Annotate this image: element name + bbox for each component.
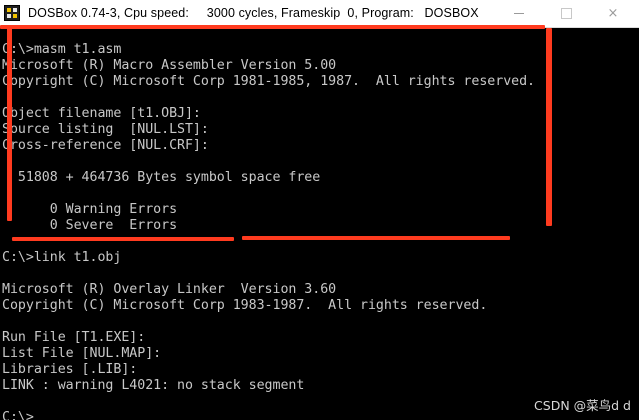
console-line: 0 Severe Errors bbox=[2, 218, 178, 233]
dos-console[interactable]: C:\>masm t1.asm Microsoft (R) Macro Assem… bbox=[0, 28, 639, 420]
maximize-icon bbox=[560, 8, 572, 19]
close-icon: × bbox=[607, 6, 619, 21]
console-output: C:\>masm t1.asm Microsoft (R) Macro Assem… bbox=[2, 42, 535, 420]
console-line: Copyright (C) Microsoft Corp 1983-1987. … bbox=[2, 298, 488, 313]
console-line: C:\>masm t1.asm bbox=[2, 42, 122, 57]
console-line: Libraries [.LIB]: bbox=[2, 362, 138, 377]
console-line: 0 Warning Errors bbox=[2, 202, 178, 217]
console-line: C:\>link t1.obj bbox=[2, 250, 122, 265]
annotation-top-line bbox=[0, 25, 545, 29]
console-line: Source listing [NUL.LST]: bbox=[2, 122, 209, 137]
title-bar: DOSBox 0.74-3, Cpu speed: 3000 cycles, F… bbox=[0, 0, 639, 28]
annotation-bottom-line-left bbox=[12, 237, 234, 241]
console-line: Microsoft (R) Overlay Linker Version 3.6… bbox=[2, 282, 337, 297]
minimize-icon bbox=[514, 13, 524, 14]
console-line: Copyright (C) Microsoft Corp 1981-1985, … bbox=[2, 74, 536, 89]
annotation-bottom-line-right bbox=[242, 236, 510, 240]
console-line: 51808 + 464736 Bytes symbol space free bbox=[2, 170, 321, 185]
dosbox-app-icon[interactable] bbox=[4, 5, 20, 21]
console-line: Run File [T1.EXE]: bbox=[2, 330, 146, 345]
console-line: LINK : warning L4021: no stack segment bbox=[2, 378, 305, 393]
console-line: Cross-reference [NUL.CRF]: bbox=[2, 138, 209, 153]
annotation-left-line bbox=[7, 28, 12, 221]
console-line: C:\> bbox=[2, 410, 34, 420]
csdn-watermark: CSDN @菜鸟d d bbox=[534, 398, 631, 413]
annotation-right-line bbox=[546, 28, 552, 226]
window-title: DOSBox 0.74-3, Cpu speed: 3000 cycles, F… bbox=[28, 6, 479, 20]
console-line: Object filename [t1.OBJ]: bbox=[2, 106, 201, 121]
minimize-button[interactable] bbox=[496, 0, 542, 27]
console-line: Microsoft (R) Macro Assembler Version 5.… bbox=[2, 58, 337, 73]
maximize-button[interactable] bbox=[543, 0, 589, 27]
console-line: List File [NUL.MAP]: bbox=[2, 346, 162, 361]
close-button[interactable]: × bbox=[590, 0, 636, 27]
